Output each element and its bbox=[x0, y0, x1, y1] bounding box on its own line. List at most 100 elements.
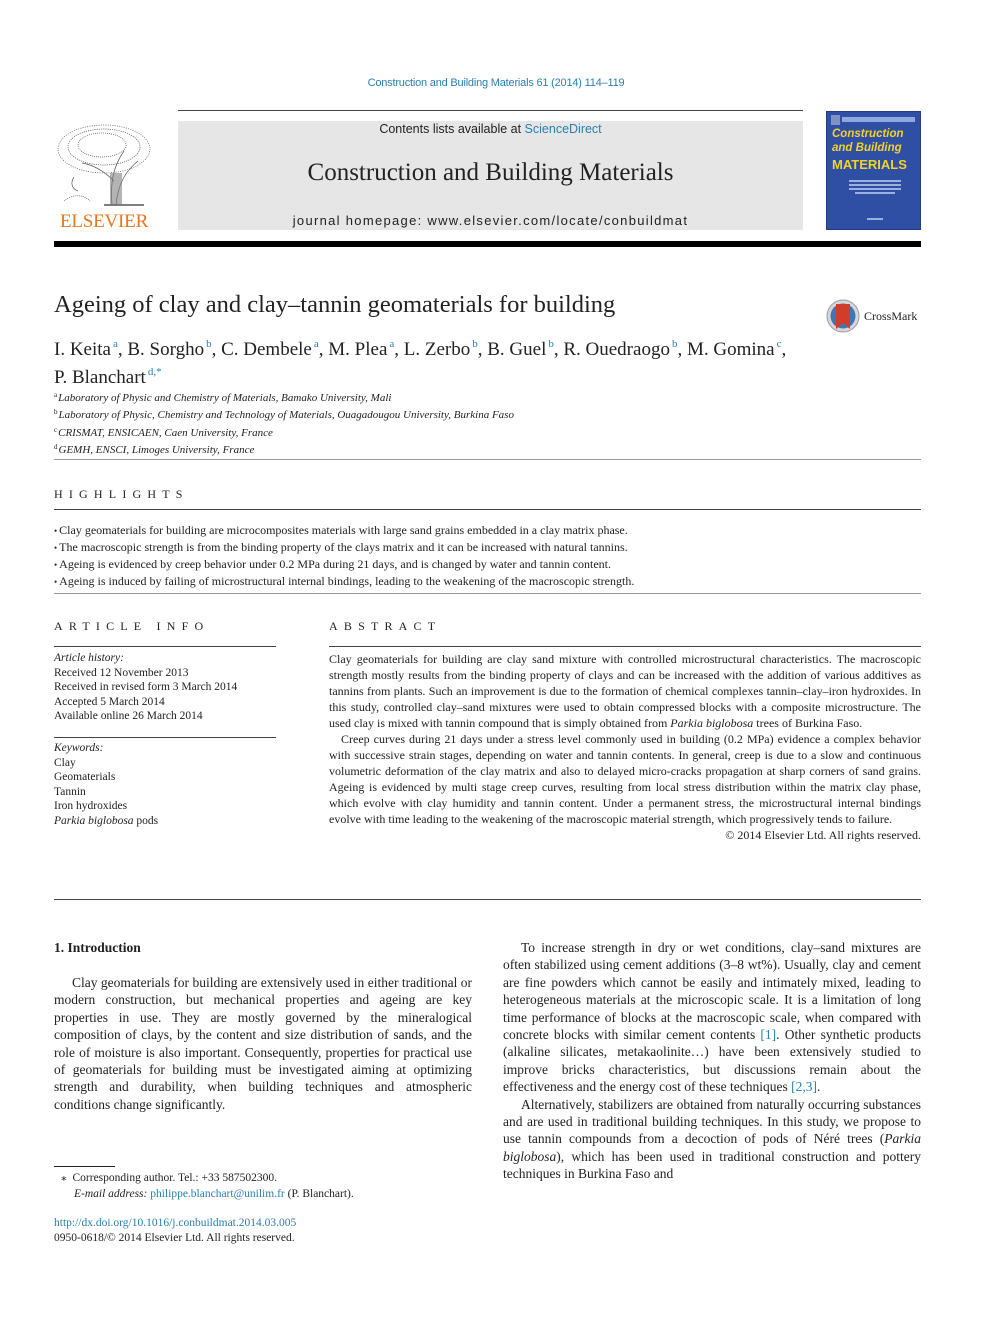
history-received: Received 12 November 2013 bbox=[54, 666, 189, 679]
issn-copyright: 0950-0618/© 2014 Elsevier Ltd. All right… bbox=[54, 1232, 295, 1244]
email-line: E-mail address: philippe.blanchart@unili… bbox=[54, 1186, 354, 1202]
abstract-paragraph-2: Creep curves during 21 days under a stre… bbox=[329, 732, 921, 826]
cover-title-line2: and Building bbox=[832, 142, 902, 154]
doi-link[interactable]: http://dx.doi.org/10.1016/j.conbuildmat.… bbox=[54, 1216, 296, 1231]
affiliation: bLaboratory of Physic, Chemistry and Tec… bbox=[54, 405, 514, 422]
author[interactable]: B. Sorgho bbox=[127, 339, 204, 360]
intro-left-column: Clay geomaterials for building are exten… bbox=[54, 974, 472, 1113]
abstract-divider bbox=[329, 646, 921, 647]
header-thick-rule bbox=[54, 241, 921, 247]
keywords-divider bbox=[54, 737, 276, 738]
intro-paragraph: Clay geomaterials for building are exten… bbox=[54, 975, 472, 1112]
affiliation-text: Laboratory of Physic, Chemistry and Tech… bbox=[58, 409, 514, 422]
abstract-text: trees of Burkina Faso. bbox=[753, 716, 863, 730]
author-separator: , bbox=[117, 339, 128, 360]
keyword-item: Geomaterials bbox=[54, 771, 116, 783]
intro-paragraph: Alternatively, stabilizers are obtained … bbox=[503, 1096, 921, 1183]
affiliation-marker[interactable]: d,* bbox=[148, 366, 162, 378]
highlight-item: The macroscopic strength is from the bin… bbox=[54, 539, 634, 556]
author-separator: , bbox=[318, 339, 329, 360]
cover-subtitle bbox=[849, 184, 901, 186]
journal-masthead: Contents lists available at ScienceDirec… bbox=[178, 121, 803, 230]
keyword-item: Tannin bbox=[54, 785, 86, 798]
affiliation-text: GEMH, ENSCI, Limoges University, France bbox=[58, 443, 255, 456]
history-accepted: Accepted 5 March 2014 bbox=[54, 695, 165, 708]
highlights-divider bbox=[54, 509, 921, 510]
corresponding-author-note: ⁎ Corresponding author. Tel.: +33 587502… bbox=[54, 1170, 354, 1186]
journal-homepage[interactable]: journal homepage: www.elsevier.com/locat… bbox=[178, 213, 803, 228]
highlights-heading: HIGHLIGHTS bbox=[54, 487, 189, 501]
crossmark-label[interactable]: CrossMark bbox=[864, 309, 917, 324]
author[interactable]: M. Plea bbox=[328, 339, 387, 360]
author[interactable]: L. Zerbo bbox=[404, 339, 470, 360]
affiliation-text: Laboratory of Physic and Chemistry of Ma… bbox=[58, 392, 392, 404]
author[interactable]: I. Keita bbox=[54, 339, 111, 360]
intro-text: Alternatively, stabilizers are obtained … bbox=[503, 1096, 921, 1147]
section-heading-introduction: 1. Introduction bbox=[54, 940, 141, 955]
email-link[interactable]: philippe.blanchart@unilim.fr bbox=[150, 1188, 285, 1200]
abstract-heading: ABSTRACT bbox=[329, 619, 442, 633]
cover-subtitle bbox=[849, 180, 901, 182]
author[interactable]: B. Guel bbox=[487, 339, 546, 360]
author[interactable]: R. Ouedraogo bbox=[563, 339, 670, 360]
affiliation: cCRISMAT, ENSICAEN, Caen University, Fra… bbox=[54, 423, 514, 440]
highlights-bottom-divider bbox=[54, 593, 921, 594]
cover-subtitle bbox=[849, 188, 901, 190]
author-separator: , bbox=[394, 339, 404, 360]
abstract-body: Clay geomaterials for building are clay … bbox=[329, 651, 921, 843]
footnote: ⁎ Corresponding author. Tel.: +33 587502… bbox=[54, 1170, 354, 1202]
highlight-item: Ageing is evidenced by creep behavior un… bbox=[54, 556, 634, 573]
affiliation-key: d bbox=[54, 442, 58, 451]
corresponding-text: Corresponding author. Tel.: +33 58750230… bbox=[72, 1172, 277, 1184]
header-divider bbox=[178, 110, 803, 111]
keywords: Keywords: Clay Geomaterials Tannin Iron … bbox=[54, 741, 276, 828]
intro-paragraph: To increase strength in dry or wet condi… bbox=[503, 939, 921, 1096]
cover-logo-icon bbox=[831, 115, 840, 125]
affiliation-text: CRISMAT, ENSICAEN, Caen University, Fran… bbox=[58, 426, 273, 439]
author-separator: , bbox=[211, 339, 222, 360]
sciencedirect-link[interactable]: ScienceDirect bbox=[525, 122, 602, 136]
intro-right-column: To increase strength in dry or wet condi… bbox=[503, 939, 921, 1183]
intro-text: ), which has been used in traditional co… bbox=[503, 1148, 921, 1182]
journal-title: Construction and Building Materials bbox=[307, 159, 674, 186]
abstract-copyright: © 2014 Elsevier Ltd. All rights reserved… bbox=[725, 828, 921, 842]
author[interactable]: M. Gomina bbox=[687, 339, 775, 360]
author[interactable]: C. Dembele bbox=[221, 339, 312, 360]
article-info-heading: ARTICLE INFO bbox=[54, 619, 210, 633]
elsevier-wordmark: ELSEVIER bbox=[59, 211, 149, 232]
author-separator: , bbox=[477, 339, 488, 360]
reference-link-2-3[interactable]: [2,3] bbox=[791, 1079, 817, 1094]
keyword-suffix: pods bbox=[133, 814, 159, 827]
contents-availability: Contents lists available at ScienceDirec… bbox=[178, 122, 803, 136]
affiliation-key: b bbox=[54, 408, 58, 417]
history-label: Article history: bbox=[54, 652, 124, 664]
keyword-item: Iron hydroxides bbox=[54, 800, 128, 812]
keyword-item: Parkia biglobosa pods bbox=[54, 814, 276, 829]
doi-block: http://dx.doi.org/10.1016/j.conbuildmat.… bbox=[54, 1216, 296, 1246]
elsevier-tree-icon bbox=[57, 124, 151, 206]
email-label: E-mail address: bbox=[74, 1188, 151, 1200]
author-separator: , bbox=[553, 339, 564, 360]
email-suffix: (P. Blanchart). bbox=[284, 1188, 354, 1200]
article-history: Article history: Received 12 November 20… bbox=[54, 651, 276, 724]
article-info-divider bbox=[54, 646, 276, 647]
footnote-star: ⁎ bbox=[61, 1172, 67, 1184]
reference-link-1[interactable]: [1] bbox=[760, 1027, 776, 1042]
author[interactable]: P. Blanchart bbox=[54, 367, 146, 388]
cover-subtitle bbox=[855, 192, 895, 194]
history-revised: Received in revised form 3 March 2014 bbox=[54, 681, 238, 693]
highlight-item: Ageing is induced by failing of microstr… bbox=[54, 573, 634, 590]
cover-title-line1: Construction bbox=[832, 128, 904, 140]
affiliations-divider bbox=[54, 459, 921, 460]
keyword-item: Clay bbox=[54, 756, 76, 769]
abstract-bottom-divider bbox=[54, 899, 921, 900]
affiliation: aLaboratory of Physic and Chemistry of M… bbox=[54, 388, 514, 405]
affiliation-key: a bbox=[54, 391, 58, 399]
affiliation-list: aLaboratory of Physic and Chemistry of M… bbox=[54, 388, 514, 457]
intro-text: . bbox=[817, 1079, 821, 1095]
journal-citation[interactable]: Construction and Building Materials 61 (… bbox=[0, 77, 992, 89]
crossmark-icon bbox=[826, 299, 860, 333]
journal-cover[interactable]: Construction and Building MATERIALS bbox=[826, 111, 921, 230]
footnote-rule bbox=[54, 1166, 115, 1167]
highlights-list: Clay geomaterials for building are micro… bbox=[54, 522, 634, 590]
